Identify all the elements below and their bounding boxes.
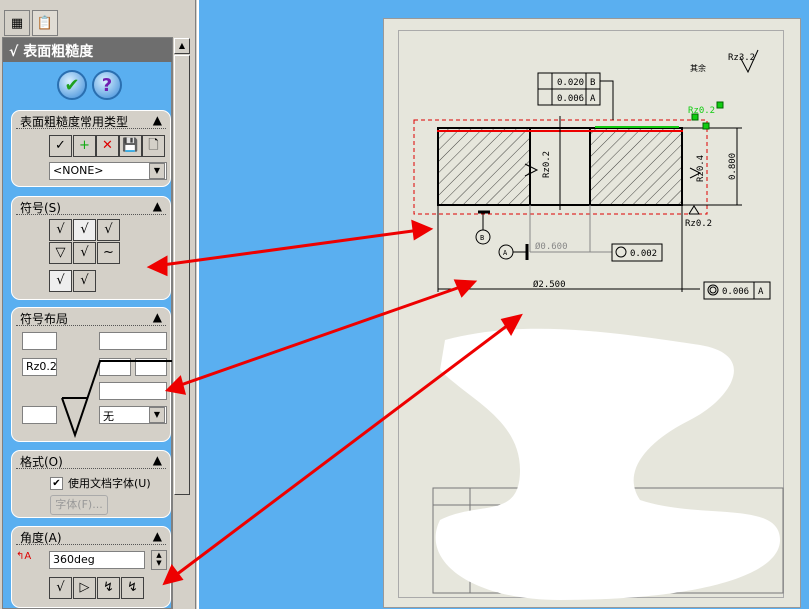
small-diameter-dim: Ø0.600 bbox=[535, 241, 568, 252]
roughness-right: Rz0.4 bbox=[696, 155, 706, 182]
corner-roughness: Rz3.2 bbox=[728, 53, 755, 63]
circularity-tolerance: 0.002 bbox=[630, 249, 657, 259]
concentricity-tolerance: 0.006 bbox=[722, 287, 749, 297]
section-left bbox=[437, 127, 531, 206]
fcf-tolerance-2: 0.006 bbox=[557, 94, 584, 104]
height-dimension: 0.800 bbox=[728, 153, 738, 180]
fcf-datum-2: A bbox=[590, 94, 596, 104]
datum-a: A bbox=[503, 249, 508, 257]
large-diameter-dim: Ø2.500 bbox=[533, 279, 566, 290]
fcf-datum-1: B bbox=[590, 78, 595, 88]
whiteout-scribble bbox=[435, 328, 780, 600]
drawing-view: 0.020 B 0.006 A Rz3.2 其余 Rz0.2 Rz0.2 Rz0.4… bbox=[146, 49, 784, 600]
corner-note: 其余 bbox=[690, 63, 706, 73]
datum-b: B bbox=[480, 234, 484, 242]
concentricity-datum: A bbox=[758, 287, 764, 297]
section-right bbox=[589, 127, 683, 206]
roughness-mid: Rz0.2 bbox=[542, 151, 552, 178]
fcf-tolerance-1: 0.020 bbox=[557, 78, 584, 88]
roughness-bottom: Rz0.2 bbox=[685, 219, 712, 229]
